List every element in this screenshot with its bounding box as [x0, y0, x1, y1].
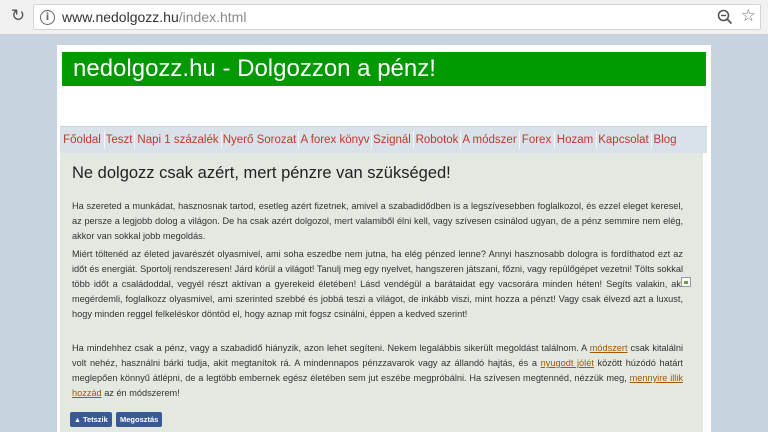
url-text[interactable]: www.nedolgozz.hu/index.html [62, 9, 246, 25]
nav-item-hozam[interactable]: Hozam [555, 127, 595, 153]
share-label: Megosztás [120, 415, 159, 424]
zoom-icon[interactable] [716, 8, 734, 26]
nav-item-napi-1-szazalek[interactable]: Napi 1 százalék [135, 127, 221, 153]
page-title: Ne dolgozz csak azért, mert pénzre van s… [72, 164, 451, 182]
nav-item-blog[interactable]: Blog [652, 127, 678, 153]
method-paragraph: Ha mindehhez csak a pénz, vagy a szabadi… [72, 341, 683, 401]
body-paragraph: Miért töltenéd az életed javarészét olya… [72, 249, 683, 319]
nav-item-forex-konyv[interactable]: A forex könyv [299, 127, 371, 153]
main-nav: Főoldal Teszt Napi 1 százalék Nyerő Soro… [60, 126, 707, 153]
reload-icon[interactable]: ↻ [9, 7, 27, 25]
modszer-link[interactable]: módszert [590, 343, 628, 353]
page-container: nedolgozz.hu - Dolgozzon a pénz! Főoldal… [57, 45, 711, 432]
nav-item-robotok[interactable]: Robotok [414, 127, 460, 153]
site-banner: nedolgozz.hu - Dolgozzon a pénz! [62, 52, 706, 86]
url-host: www.nedolgozz.hu [62, 9, 179, 25]
nav-item-a-modszer[interactable]: A módszer [461, 127, 518, 153]
nav-item-szignal[interactable]: Szignál [372, 127, 412, 153]
facebook-like-button[interactable]: ▲ Tetszik [70, 412, 112, 427]
nav-item-kapcsolat[interactable]: Kapcsolat [597, 127, 650, 153]
info-icon[interactable]: i [40, 10, 55, 25]
thumbs-up-icon: ▲ [74, 417, 81, 424]
text-segment: az én módszerem! [101, 388, 180, 398]
nyugodt-jolet-link[interactable]: nyugodt jólét [541, 358, 594, 368]
text-segment: Ha mindehhez csak a pénz, vagy a szabadi… [72, 343, 590, 353]
facebook-share-button[interactable]: Megosztás [116, 412, 163, 427]
main-content: Ne dolgozz csak azért, mert pénzre van s… [60, 153, 703, 432]
star-icon[interactable]: ☆ [741, 6, 756, 26]
nav-item-forex[interactable]: Forex [520, 127, 553, 153]
nav-item-fooldal[interactable]: Főoldal [62, 127, 102, 153]
nav-item-teszt[interactable]: Teszt [105, 127, 133, 153]
broken-image-icon [681, 277, 691, 287]
nav-item-nyero-sorozat[interactable]: Nyerő Sorozat [222, 127, 297, 153]
like-label: Tetszik [82, 415, 108, 424]
browser-toolbar: ↻ i www.nedolgozz.hu/index.html ☆ [0, 0, 768, 35]
intro-paragraph: Ha szereted a munkádat, hasznosnak tarto… [72, 201, 683, 241]
url-path: /index.html [178, 9, 247, 25]
address-bar[interactable]: i www.nedolgozz.hu/index.html ☆ [33, 4, 761, 30]
